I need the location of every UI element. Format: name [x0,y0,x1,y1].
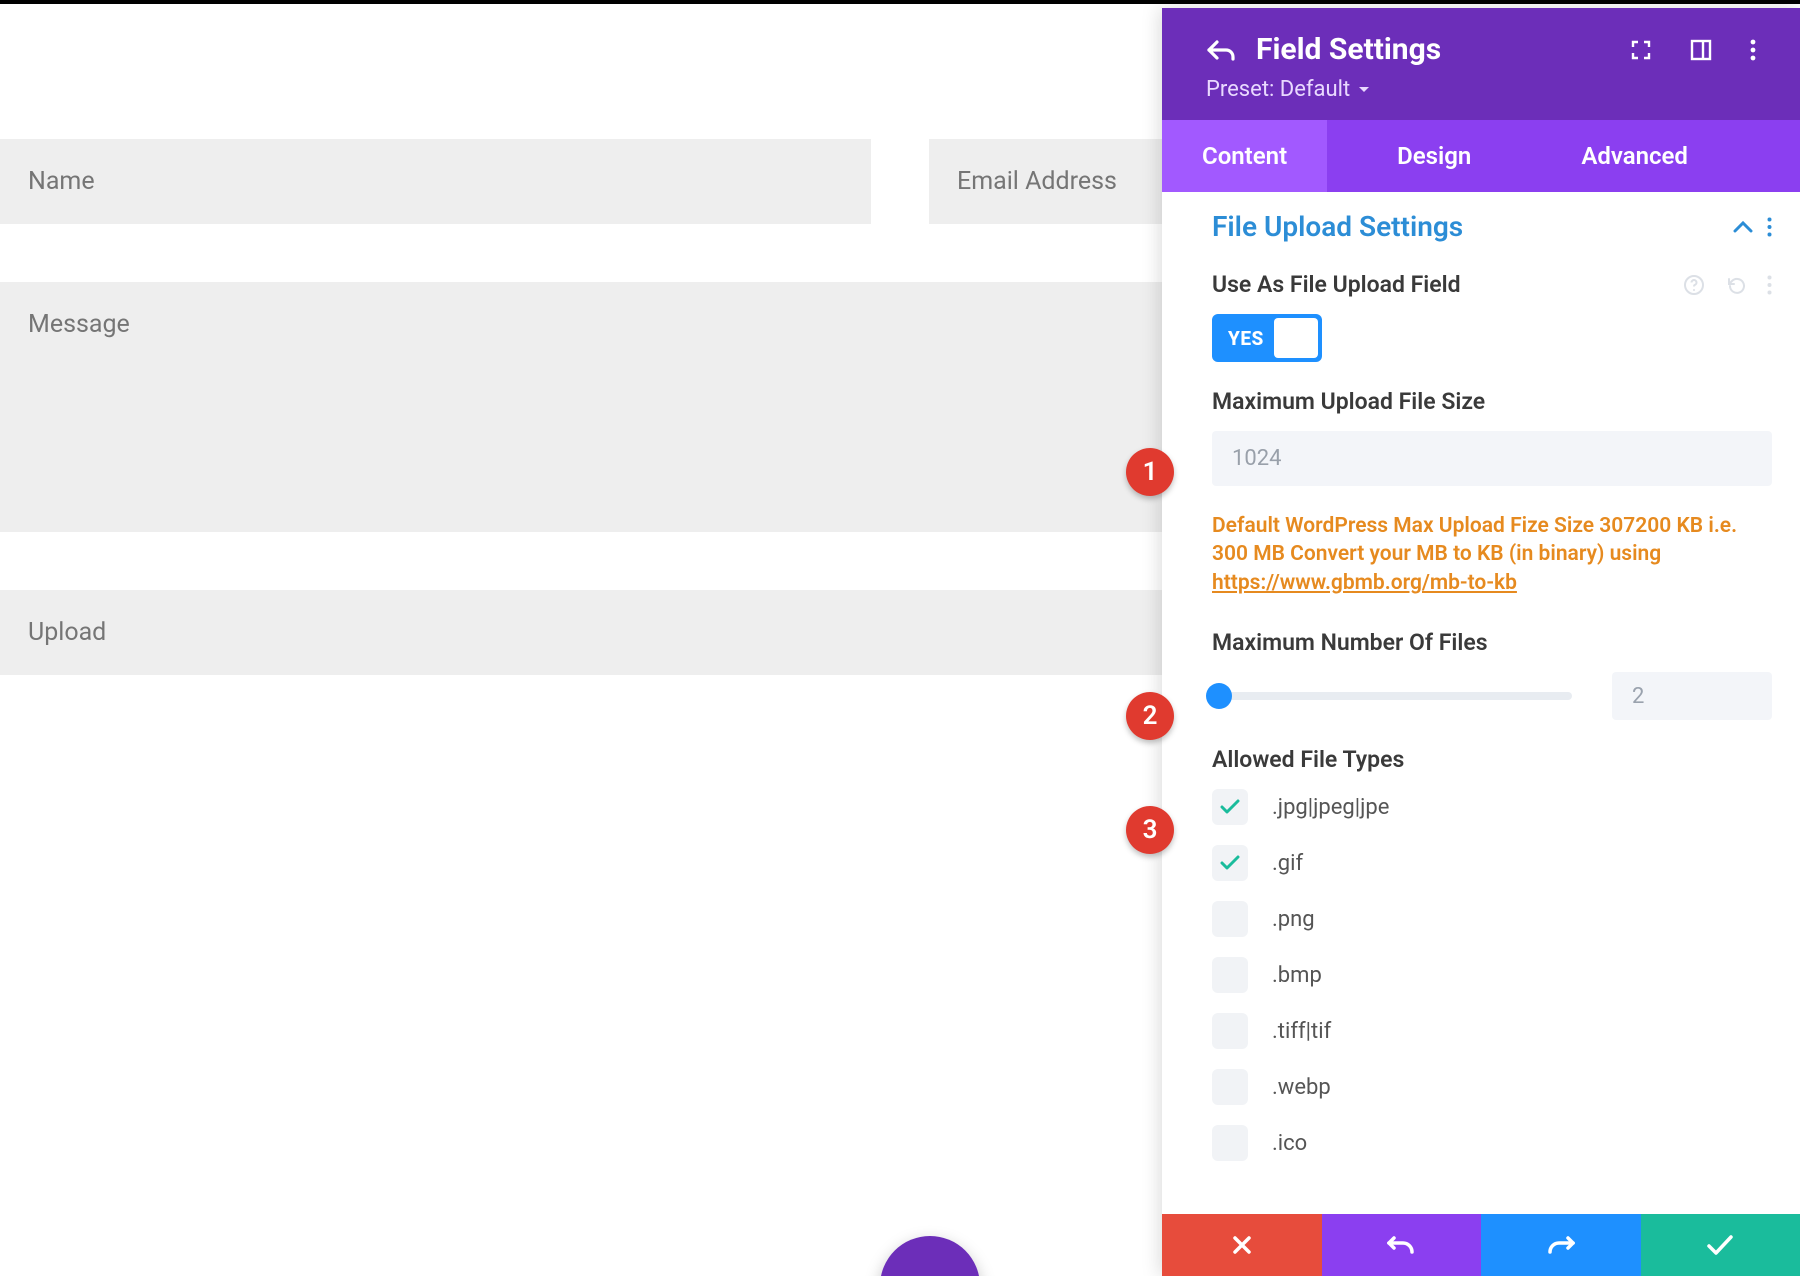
file-type-label: .png [1272,907,1315,932]
preset-selector[interactable]: Preset: Default [1206,77,1756,102]
cancel-button[interactable] [1162,1214,1322,1276]
redo-button[interactable] [1481,1214,1641,1276]
tab-content[interactable]: Content [1162,120,1327,192]
max-files-value[interactable] [1612,672,1772,720]
file-type-row[interactable]: .tiff|tif [1212,1013,1772,1049]
file-type-label: .ico [1272,1131,1307,1156]
file-types-list: .jpg|jpeg|jpe .gif .png .bmp .tiff|tif .webp.… [1212,789,1772,1161]
expand-icon[interactable] [1630,39,1652,61]
file-type-label: .tiff|tif [1272,1019,1331,1044]
upload-size-hint: Default WordPress Max Upload Fize Size 3… [1212,512,1772,597]
file-type-checkbox[interactable] [1212,1013,1248,1049]
panel-title: Field Settings [1256,32,1441,67]
confirm-button[interactable] [1641,1214,1800,1276]
file-type-row[interactable]: .gif [1212,845,1772,881]
more-icon[interactable] [1750,39,1756,61]
name-field[interactable] [0,139,871,224]
caret-down-icon [1358,86,1370,94]
panel-header: Field Settings Preset: Default [1162,8,1800,120]
tab-design[interactable]: Design [1357,120,1511,192]
back-icon[interactable] [1206,37,1236,63]
use-as-file-upload-toggle[interactable]: YES [1212,314,1322,362]
undo-button[interactable] [1322,1214,1482,1276]
file-type-row[interactable]: .ico [1212,1125,1772,1161]
file-type-label: .gif [1272,851,1303,876]
file-type-label: .bmp [1272,963,1322,988]
option-more-icon[interactable] [1767,274,1772,296]
file-type-checkbox[interactable] [1212,1125,1248,1161]
file-type-checkbox[interactable] [1212,789,1248,825]
file-type-label: .jpg|jpeg|jpe [1272,795,1389,820]
annotation-badge-3: 3 [1126,806,1174,854]
file-type-checkbox[interactable] [1212,957,1248,993]
slider-thumb[interactable] [1206,683,1232,709]
panel-body: File Upload Settings Use As File Upload … [1162,192,1800,1214]
settings-panel: Field Settings Preset: Default Content D… [1162,8,1800,1276]
annotation-badge-2: 2 [1126,692,1174,740]
annotation-badge-1: 1 [1126,448,1174,496]
dock-icon[interactable] [1690,39,1712,61]
allowed-types-label: Allowed File Types [1212,746,1404,773]
file-type-row[interactable]: .bmp [1212,957,1772,993]
collapse-icon[interactable] [1733,221,1753,233]
hint-link[interactable]: https://www.gbmb.org/mb-to-kb [1212,571,1517,595]
max-upload-size-input[interactable] [1212,431,1772,486]
file-type-checkbox[interactable] [1212,1069,1248,1105]
file-type-checkbox[interactable] [1212,845,1248,881]
max-files-label: Maximum Number Of Files [1212,629,1488,656]
file-type-row[interactable]: .png [1212,901,1772,937]
section-header[interactable]: File Upload Settings [1212,210,1772,243]
toggle-yes-label: YES [1228,327,1264,350]
help-icon[interactable] [1683,274,1705,296]
max-files-slider[interactable] [1212,692,1572,700]
preset-label: Preset: Default [1206,77,1350,102]
reset-icon[interactable] [1725,274,1747,296]
tab-advanced[interactable]: Advanced [1541,120,1728,192]
toggle-knob [1274,318,1318,358]
file-type-row[interactable]: .webp [1212,1069,1772,1105]
use-as-file-upload-label: Use As File Upload Field [1212,271,1461,298]
file-type-row[interactable]: .jpg|jpeg|jpe [1212,789,1772,825]
panel-action-bar [1162,1214,1800,1276]
file-type-checkbox[interactable] [1212,901,1248,937]
file-type-label: .webp [1272,1075,1331,1100]
panel-tabs: Content Design Advanced [1162,120,1800,192]
max-upload-size-label: Maximum Upload File Size [1212,388,1485,415]
section-more-icon[interactable] [1767,217,1772,237]
section-title: File Upload Settings [1212,210,1463,243]
